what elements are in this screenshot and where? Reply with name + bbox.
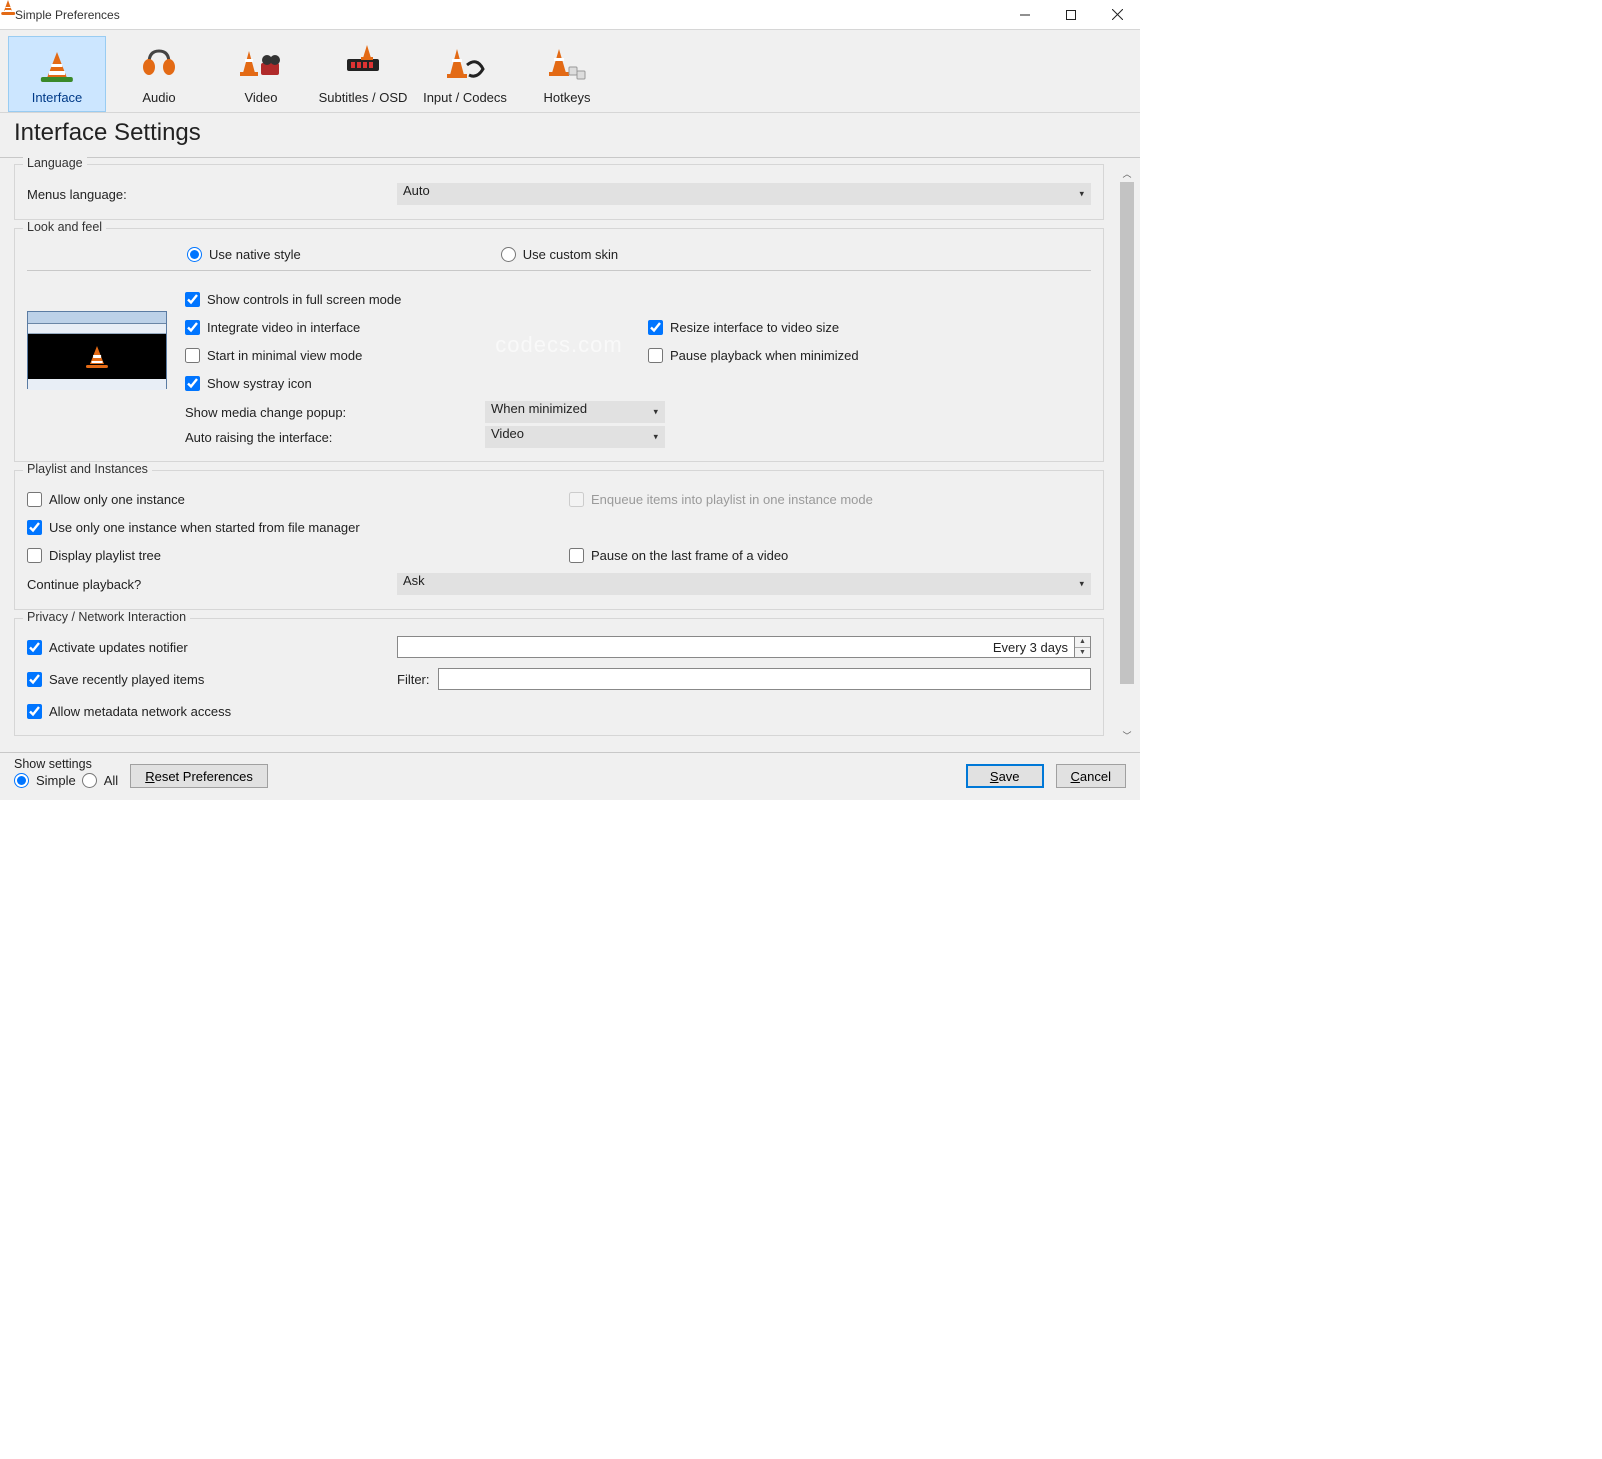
continue-playback-select[interactable]: Ask: [397, 573, 1091, 595]
allow-metadata-checkbox[interactable]: Allow metadata network access: [27, 700, 1091, 722]
pause-last-frame-checkbox[interactable]: Pause on the last frame of a video: [569, 544, 1091, 566]
language-legend: Language: [23, 156, 87, 170]
one-instance-fm-checkbox[interactable]: Use only one instance when started from …: [27, 516, 1091, 538]
privacy-legend: Privacy / Network Interaction: [23, 610, 190, 624]
enqueue-checkbox: Enqueue items into playlist in one insta…: [569, 488, 1091, 510]
tab-hotkeys[interactable]: Hotkeys: [518, 36, 616, 112]
filter-label: Filter:: [397, 672, 430, 687]
media-popup-select[interactable]: When minimized: [485, 401, 665, 423]
dialog-footer: Show settings Simple All Reset Preferenc…: [0, 752, 1140, 800]
interface-icon: [38, 42, 76, 88]
menus-language-label: Menus language:: [27, 187, 397, 202]
look-group: Look and feel Use native style Use custo…: [14, 228, 1104, 462]
reset-preferences-button[interactable]: Reset Preferences: [130, 764, 268, 788]
start-minimal-checkbox[interactable]: Start in minimal view mode: [185, 344, 628, 366]
show-systray-checkbox[interactable]: Show systray icon: [185, 372, 628, 394]
hotkeys-icon: [545, 42, 589, 88]
show-controls-checkbox[interactable]: Show controls in full screen mode: [185, 288, 628, 310]
one-instance-checkbox[interactable]: Allow only one instance: [27, 488, 549, 510]
show-settings-all[interactable]: All: [82, 773, 118, 788]
save-recent-checkbox[interactable]: Save recently played items: [27, 668, 397, 690]
subtitles-icon: [341, 42, 385, 88]
language-group: Language Menus language: Auto: [14, 164, 1104, 220]
look-legend: Look and feel: [23, 220, 106, 234]
native-style-radio[interactable]: Use native style: [187, 247, 301, 262]
tab-input-codecs[interactable]: Input / Codecs: [416, 36, 514, 112]
page-title: Interface Settings: [0, 113, 1140, 158]
scroll-down-icon[interactable]: ﹀: [1118, 726, 1136, 744]
menus-language-select[interactable]: Auto: [397, 183, 1091, 205]
skin-preview: [27, 311, 167, 451]
privacy-group: Privacy / Network Interaction Activate u…: [14, 618, 1104, 736]
titlebar: Simple Preferences: [0, 0, 1140, 30]
auto-raise-select[interactable]: Video: [485, 426, 665, 448]
maximize-button[interactable]: [1048, 0, 1094, 30]
playlist-group: Playlist and Instances Allow only one in…: [14, 470, 1104, 610]
playlist-legend: Playlist and Instances: [23, 462, 152, 476]
display-tree-checkbox[interactable]: Display playlist tree: [27, 544, 549, 566]
auto-raise-label: Auto raising the interface:: [185, 430, 475, 445]
save-button[interactable]: Save: [966, 764, 1044, 788]
minimize-button[interactable]: [1002, 0, 1048, 30]
cancel-button[interactable]: Cancel: [1056, 764, 1126, 788]
codecs-icon: [443, 42, 487, 88]
scroll-up-icon[interactable]: ︿: [1118, 164, 1136, 182]
tab-video[interactable]: Video: [212, 36, 310, 112]
settings-scroll-area: Language Menus language: Auto Look and f…: [0, 158, 1118, 752]
tab-audio[interactable]: Audio: [110, 36, 208, 112]
audio-icon: [139, 42, 179, 88]
updates-interval-spinner[interactable]: ▲▼: [1075, 636, 1091, 658]
filter-input[interactable]: [438, 668, 1092, 690]
close-button[interactable]: [1094, 0, 1140, 30]
custom-skin-radio[interactable]: Use custom skin: [501, 247, 618, 262]
tab-subtitles[interactable]: Subtitles / OSD: [314, 36, 412, 112]
tab-interface[interactable]: Interface: [8, 36, 106, 112]
updates-interval-spin[interactable]: Every 3 days: [397, 636, 1075, 658]
integrate-video-checkbox[interactable]: Integrate video in interface: [185, 316, 628, 338]
continue-playback-label: Continue playback?: [27, 577, 397, 592]
scroll-thumb[interactable]: [1120, 182, 1134, 684]
updates-notifier-checkbox[interactable]: Activate updates notifier: [27, 636, 397, 658]
show-settings-label: Show settings: [14, 757, 118, 771]
pause-minimized-checkbox[interactable]: Pause playback when minimized: [648, 344, 1091, 366]
resize-interface-checkbox[interactable]: Resize interface to video size: [648, 316, 1091, 338]
show-settings-simple[interactable]: Simple: [14, 773, 76, 788]
video-icon: [239, 42, 283, 88]
scrollbar[interactable]: ︿ ﹀: [1118, 164, 1136, 744]
window-title: Simple Preferences: [15, 8, 120, 22]
media-popup-label: Show media change popup:: [185, 405, 475, 420]
category-tabs: Interface Audio Video Subtitles / OSD In…: [0, 30, 1140, 113]
